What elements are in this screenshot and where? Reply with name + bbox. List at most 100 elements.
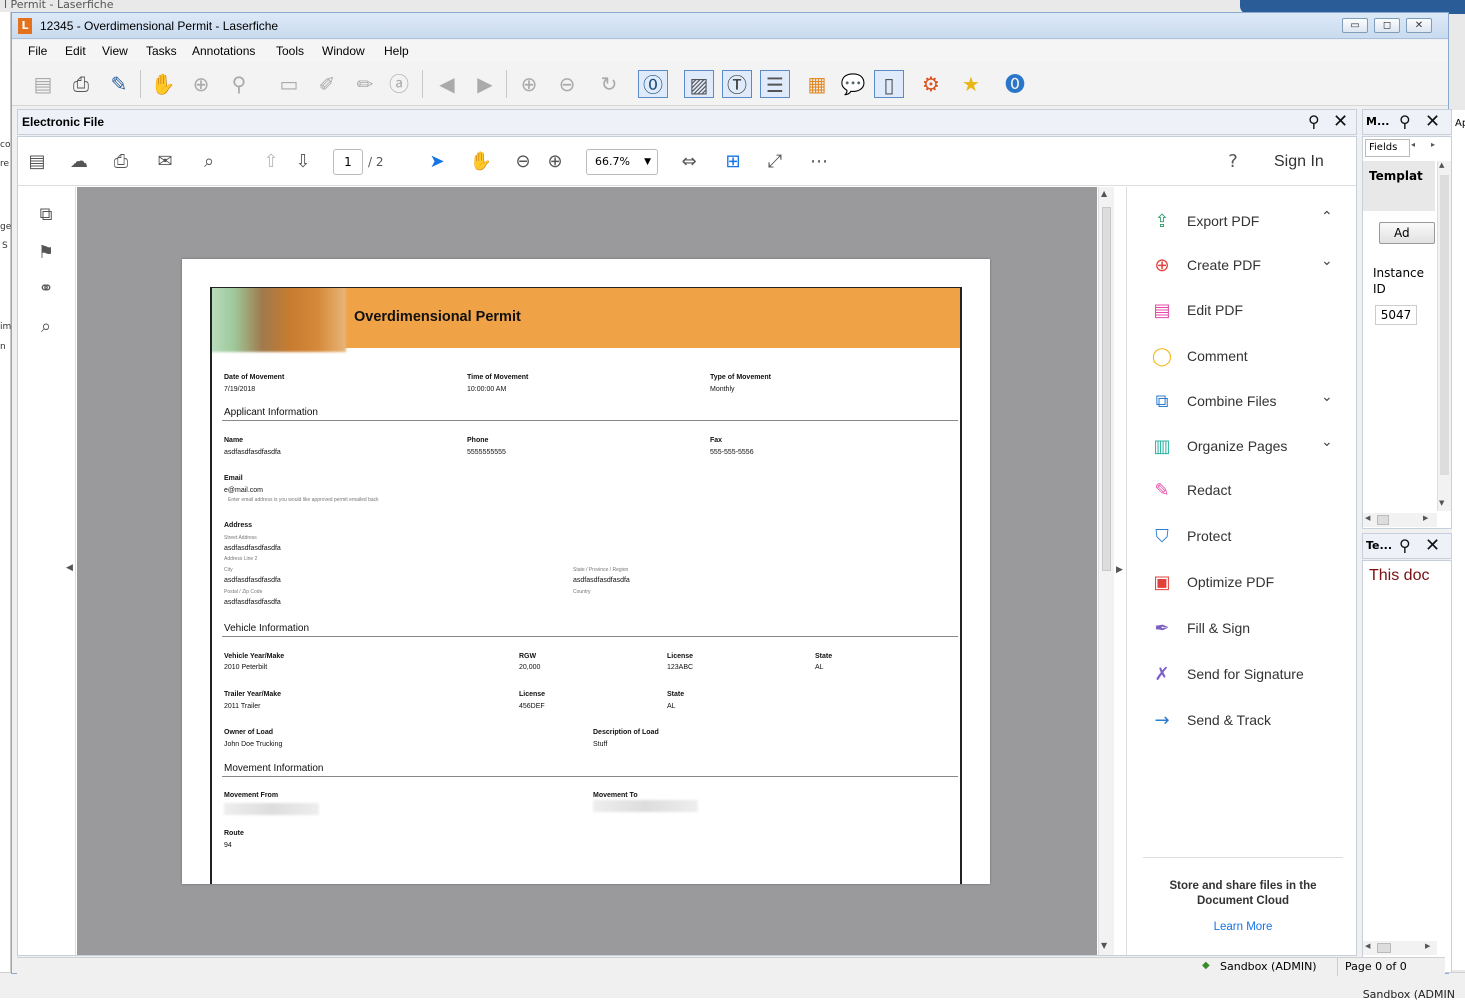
text-annotation-icon[interactable]: ⓐ [384, 70, 414, 98]
menu-window[interactable]: Window [322, 44, 365, 58]
page-number-input[interactable]: 1 [333, 149, 363, 175]
document-pane-icon[interactable]: ▯ [874, 70, 904, 98]
scrollbar-thumb[interactable] [1440, 175, 1449, 475]
menu-edit[interactable]: Edit [65, 44, 86, 58]
rotate-icon[interactable]: ↻ [594, 70, 624, 98]
zoom-out-icon[interactable]: ⊖ [552, 70, 582, 98]
help-icon[interactable]: ⓿ [1000, 70, 1030, 98]
tool-organize-pages[interactable]: ▥ Organize Pages ⌄ [1151, 432, 1351, 462]
page-thumbnails-icon[interactable]: ⧉ [32, 201, 60, 229]
close-pane-icon[interactable]: ✕ [1425, 535, 1440, 556]
pan-hand-icon[interactable]: ✋ [148, 70, 178, 98]
close-button[interactable]: ✕ [1406, 18, 1432, 33]
expand-right-icon[interactable]: ▶ [1116, 565, 1123, 575]
previous-page-icon[interactable]: ◀ [432, 70, 462, 98]
pin-icon[interactable]: ⚲ [1308, 112, 1320, 131]
pen-icon[interactable]: ✏ [350, 70, 380, 98]
hand-tool-icon[interactable]: ✋ [468, 149, 494, 175]
add-template-button[interactable]: Ad [1379, 222, 1435, 244]
print-icon[interactable]: ⎙ [66, 70, 96, 98]
print-icon[interactable]: ⎙ [108, 149, 134, 175]
maximize-button[interactable]: ◻ [1374, 18, 1400, 33]
tool-fill-sign[interactable]: ✒ Fill & Sign [1151, 614, 1351, 644]
close-pane-icon[interactable]: ✕ [1333, 111, 1348, 132]
menu-help[interactable]: Help [384, 44, 409, 58]
learn-more-link[interactable]: Learn More [1143, 921, 1343, 933]
document-canvas[interactable]: Overdimensional Permit Date of Movement … [77, 187, 1097, 955]
horizontal-scrollbar[interactable]: ◀ ▶ [1363, 941, 1437, 955]
pin-icon[interactable]: ⚲ [1399, 536, 1411, 555]
stamp-icon[interactable]: ⚲ [224, 70, 254, 98]
annotations-pane-icon[interactable]: 💬 [838, 70, 868, 98]
bookmark-icon[interactable]: ⚑ [32, 239, 60, 267]
page-up-icon[interactable]: ⇧ [258, 149, 284, 175]
scroll-left-icon[interactable]: ◀ [1365, 942, 1370, 950]
settings-gear-icon[interactable]: ⚙ [916, 70, 946, 98]
tab-scroll-right-icon[interactable]: ▸ [1431, 140, 1435, 149]
zoom-in-icon[interactable]: ⊕ [514, 70, 544, 98]
vertical-scrollbar[interactable]: ▲ ▼ [1098, 187, 1114, 955]
scroll-down-icon[interactable]: ▼ [1439, 499, 1444, 507]
thumbnails-icon[interactable]: ▦ [802, 70, 832, 98]
horizontal-scrollbar[interactable]: ◀ ▶ [1363, 513, 1437, 527]
zoom-in-icon[interactable]: ⊕ [542, 149, 568, 175]
tool-comment[interactable]: ◯ Comment [1151, 342, 1351, 372]
more-tools-icon[interactable]: ⋯ [806, 149, 832, 175]
metadata-scrollbar[interactable]: ▲ ▼ [1437, 161, 1451, 511]
search-icon[interactable]: ⌕ [32, 313, 60, 341]
chevron-up-icon[interactable]: ⌃ [1321, 209, 1333, 225]
scrollbar-thumb[interactable] [1377, 943, 1391, 953]
menu-file[interactable]: File [28, 44, 47, 58]
favorites-star-icon[interactable]: ★ [956, 70, 986, 98]
email-icon[interactable]: ✉ [152, 149, 178, 175]
image-pane-icon[interactable]: ▨ [684, 70, 714, 98]
next-page-icon[interactable]: ▶ [470, 70, 500, 98]
tab-fields[interactable]: Fields [1365, 139, 1410, 157]
tool-combine-files[interactable]: ⧉ Combine Files ⌄ [1151, 387, 1351, 417]
scan-icon[interactable]: ✎ [104, 70, 134, 98]
zoom-level-select[interactable]: 66.7% ▼ [586, 149, 658, 175]
tool-create-pdf[interactable]: ⊕ Create PDF ⌄ [1151, 251, 1351, 281]
close-pane-icon[interactable]: ✕ [1425, 111, 1440, 132]
scroll-right-icon[interactable]: ▶ [1423, 514, 1428, 522]
chevron-down-icon[interactable]: ⌄ [1321, 389, 1333, 405]
menu-tools[interactable]: Tools [276, 44, 304, 58]
tab-scroll-left-icon[interactable]: ◂ [1411, 140, 1415, 149]
zoom-out-icon[interactable]: ⊖ [510, 149, 536, 175]
scroll-right-icon[interactable]: ▶ [1425, 942, 1430, 950]
save-icon[interactable]: ▤ [24, 149, 50, 175]
sign-in-link[interactable]: Sign In [1274, 153, 1324, 171]
fit-page-icon[interactable]: ⊞ [720, 149, 746, 175]
chevron-down-icon[interactable]: ⌄ [1321, 253, 1333, 269]
page-down-icon[interactable]: ⇩ [290, 149, 316, 175]
tool-protect[interactable]: ⛉ Protect [1151, 522, 1351, 552]
search-icon[interactable]: ⌕ [196, 149, 222, 175]
title-bar[interactable]: L 12345 - Overdimensional Permit - Laser… [12, 13, 1448, 39]
chevron-down-icon[interactable]: ⌄ [1321, 434, 1333, 450]
full-screen-icon[interactable]: ⤢ [762, 149, 788, 175]
metadata-pane-icon[interactable]: ☰ [760, 70, 790, 98]
menu-annotations[interactable]: Annotations [192, 44, 255, 58]
tool-optimize-pdf[interactable]: ▣ Optimize PDF [1151, 568, 1351, 598]
expand-left-icon[interactable]: ◀ [66, 563, 73, 573]
select-cursor-icon[interactable]: ➤ [424, 149, 450, 175]
help-icon[interactable]: ? [1220, 149, 1246, 175]
scroll-up-icon[interactable]: ▲ [1439, 161, 1444, 169]
text-pane-body[interactable]: This doc ◀ ▶ [1362, 560, 1452, 973]
pin-icon[interactable]: ⚲ [1399, 112, 1411, 131]
menu-view[interactable]: View [102, 44, 128, 58]
attachment-icon[interactable]: ⚭ [32, 275, 60, 303]
menu-tasks[interactable]: Tasks [146, 44, 177, 58]
tool-send-for-signature[interactable]: ✗ Send for Signature [1151, 660, 1351, 690]
minimize-button[interactable]: ▭ [1342, 18, 1368, 33]
highlighter-icon[interactable]: ✐ [312, 70, 342, 98]
tool-export-pdf[interactable]: ⇪ Export PDF ⌃ [1151, 207, 1351, 237]
scrollbar-thumb[interactable] [1377, 515, 1389, 525]
upload-cloud-icon[interactable]: ☁ [66, 149, 92, 175]
ocr-icon[interactable]: ⓪ [638, 70, 668, 98]
instance-id-field[interactable]: 5047 [1375, 305, 1417, 325]
text-pane-icon[interactable]: Ⓣ [722, 70, 752, 98]
tool-send-track[interactable]: → Send & Track [1151, 706, 1351, 736]
scrollbar-thumb[interactable] [1102, 207, 1111, 571]
tool-edit-pdf[interactable]: ▤ Edit PDF [1151, 296, 1351, 326]
